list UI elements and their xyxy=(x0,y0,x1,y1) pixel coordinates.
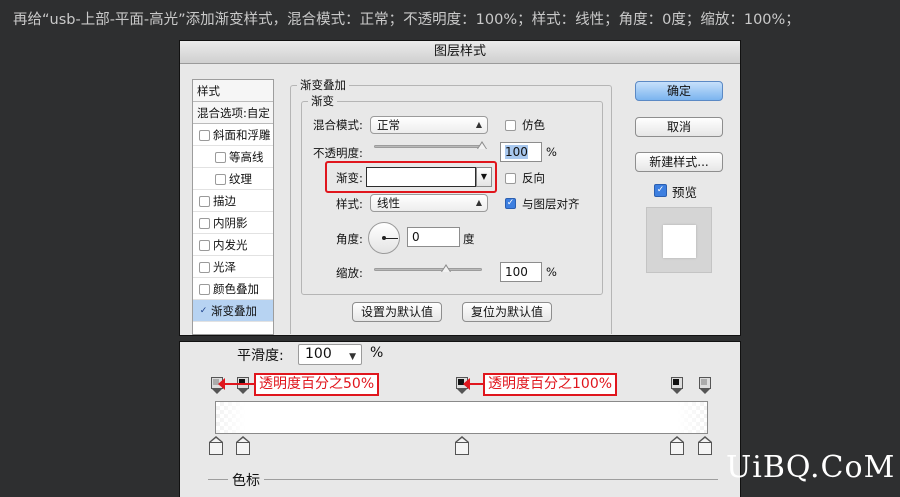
align-checkbox[interactable]: ✓ xyxy=(505,198,516,209)
color-stop-label: 色标 xyxy=(228,470,264,490)
reverse-label: 反向 xyxy=(522,171,545,185)
checkbox-icon[interactable] xyxy=(199,218,210,229)
align-label: 与图层对齐 xyxy=(522,197,580,211)
style-label: 样式: xyxy=(336,197,363,211)
opacity-slider-track[interactable] xyxy=(374,145,482,148)
red-arrow-middle xyxy=(463,378,483,390)
scale-slider-track[interactable] xyxy=(374,268,482,271)
group-title: 渐变 xyxy=(311,94,334,108)
preview-label: 预览 xyxy=(672,185,698,200)
scale-slider-thumb[interactable] xyxy=(441,264,451,272)
dither-label: 仿色 xyxy=(522,118,545,132)
gradient-editor-panel: 平滑度: 100 ▼ % 透明度百分之50% 透明度百分之100% 色标 xyxy=(179,341,741,497)
opacity-percent: % xyxy=(546,145,557,159)
section-title: 渐变叠加 xyxy=(300,78,346,92)
angle-center-dot xyxy=(382,236,386,240)
checkbox-icon[interactable] xyxy=(215,174,226,185)
updown-arrow-icon: ▲ xyxy=(475,120,482,129)
checkbox-icon[interactable] xyxy=(199,240,210,251)
degree-label: 度 xyxy=(463,232,475,246)
checkbox-icon[interactable] xyxy=(199,196,210,207)
new-style-button[interactable]: 新建样式... xyxy=(635,152,723,172)
dither-checkbox[interactable] xyxy=(505,120,516,131)
blend-mode-label: 混合模式: xyxy=(313,118,363,132)
angle-dial[interactable] xyxy=(368,222,400,254)
color-stop-left-2[interactable] xyxy=(236,436,250,455)
preview-square xyxy=(663,225,696,258)
reset-default-button[interactable]: 复位为默认值 xyxy=(462,302,552,322)
style-item-stroke[interactable]: 描边 xyxy=(193,190,273,212)
style-item-gradient-overlay[interactable]: ✓ 渐变叠加 xyxy=(193,300,273,322)
set-default-button[interactable]: 设置为默认值 xyxy=(352,302,442,322)
angle-label: 角度: xyxy=(336,232,363,246)
style-item-color-overlay[interactable]: 颜色叠加 xyxy=(193,278,273,300)
smoothness-label: 平滑度: xyxy=(237,348,284,364)
opacity-stop-right[interactable] xyxy=(699,377,711,394)
watermark-text: UiBQ.CoM xyxy=(726,450,896,485)
callout-left: 透明度百分之50% xyxy=(254,373,380,396)
styles-list: 样式 混合选项:自定 斜面和浮雕 等高线 纹理 描边 内阴影 内发光 光泽 颜色… xyxy=(192,79,274,335)
opacity-stop-right-2[interactable] xyxy=(671,377,683,394)
reverse-checkbox[interactable] xyxy=(505,173,516,184)
highlight-box xyxy=(325,161,497,193)
style-item-inner-shadow[interactable]: 内阴影 xyxy=(193,212,273,234)
dialog-title: 图层样式 xyxy=(180,41,740,64)
layer-style-dialog: 图层样式 样式 混合选项:自定 斜面和浮雕 等高线 纹理 描边 内阴影 内发光 … xyxy=(179,40,741,336)
blend-mode-select[interactable]: 正常 ▲ xyxy=(370,116,488,134)
red-arrow-left xyxy=(218,378,254,390)
checkmark-icon[interactable]: ✓ xyxy=(199,307,208,316)
scale-input[interactable]: 100 xyxy=(500,262,542,282)
opacity-stop-left-2[interactable] xyxy=(237,377,249,394)
blend-options-item[interactable]: 混合选项:自定 xyxy=(193,102,273,124)
opacity-label: 不透明度: xyxy=(313,146,363,160)
angle-needle xyxy=(384,238,398,239)
checkbox-icon[interactable] xyxy=(199,262,210,273)
scale-label: 缩放: xyxy=(336,266,363,280)
chevron-down-icon: ▼ xyxy=(349,352,356,362)
preview-checkbox[interactable]: ✓ xyxy=(654,184,667,197)
scale-percent: % xyxy=(546,265,557,279)
style-item-texture[interactable]: 纹理 xyxy=(193,168,273,190)
style-item-contour[interactable]: 等高线 xyxy=(193,146,273,168)
instruction-text: 再给“usb-上部-平面-高光”添加渐变样式，混合模式：正常；不透明度：100%… xyxy=(13,12,800,28)
style-item-inner-glow[interactable]: 内发光 xyxy=(193,234,273,256)
checkbox-icon[interactable] xyxy=(215,152,226,163)
ok-button[interactable]: 确定 xyxy=(635,81,723,101)
smoothness-select[interactable]: 100 ▼ xyxy=(298,344,362,365)
gradient-preview-bar[interactable] xyxy=(215,401,708,434)
style-item-satin[interactable]: 光泽 xyxy=(193,256,273,278)
stops-group-border xyxy=(208,479,718,480)
style-select[interactable]: 线性 ▲ xyxy=(370,194,488,212)
opacity-input[interactable]: 100 xyxy=(500,142,542,162)
cancel-button[interactable]: 取消 xyxy=(635,117,723,137)
color-stop-left[interactable] xyxy=(209,436,223,455)
color-stop-middle[interactable] xyxy=(455,436,469,455)
updown-arrow-icon: ▲ xyxy=(475,198,482,207)
opacity-slider-thumb[interactable] xyxy=(477,141,487,149)
smoothness-percent: % xyxy=(370,345,384,361)
checkbox-icon[interactable] xyxy=(199,130,210,141)
style-preview-swatch xyxy=(646,207,712,273)
style-item-bevel-emboss[interactable]: 斜面和浮雕 xyxy=(193,124,273,146)
angle-input[interactable]: 0 xyxy=(407,227,460,247)
callout-middle: 透明度百分之100% xyxy=(483,373,618,396)
color-stop-right-2[interactable] xyxy=(670,436,684,455)
color-stop-right[interactable] xyxy=(698,436,712,455)
checkbox-icon[interactable] xyxy=(199,284,210,295)
styles-header[interactable]: 样式 xyxy=(193,80,273,102)
